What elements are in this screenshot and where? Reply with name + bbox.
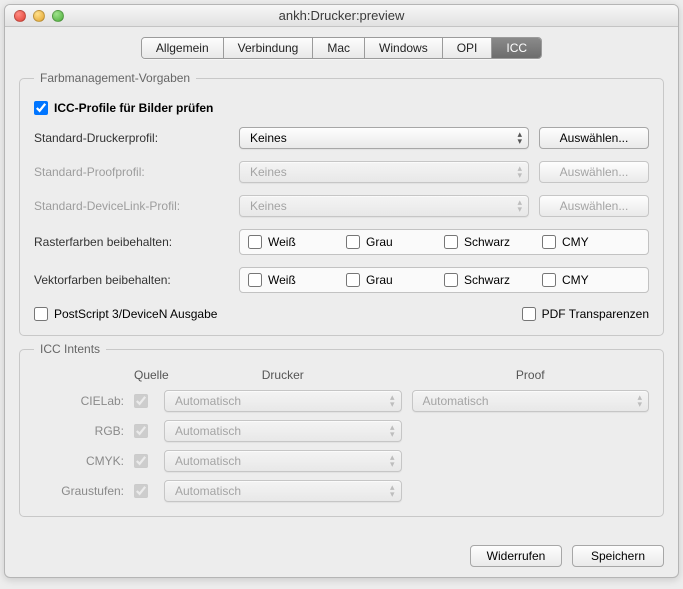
raster-gray-label: Grau bbox=[366, 235, 393, 249]
printer-profile-value: Keines bbox=[250, 131, 287, 145]
raster-black-checkbox[interactable] bbox=[444, 235, 458, 249]
ps3-label: PostScript 3/DeviceN Ausgabe bbox=[54, 307, 217, 321]
revert-button[interactable]: Widerrufen bbox=[470, 545, 562, 567]
devicelink-profile-value: Keines bbox=[250, 199, 287, 213]
cmyk-source-checkbox bbox=[134, 454, 148, 468]
close-icon[interactable] bbox=[14, 10, 26, 22]
tab-mac[interactable]: Mac bbox=[313, 38, 365, 58]
save-button[interactable]: Speichern bbox=[572, 545, 664, 567]
titlebar: ankh:Drucker:preview bbox=[5, 5, 678, 27]
proof-profile-value: Keines bbox=[250, 165, 287, 179]
updown-icon: ▴▾ bbox=[517, 165, 522, 179]
devicelink-profile-row: Standard-DeviceLink-Profil: Keines ▴▾ Au… bbox=[34, 195, 649, 217]
raster-white-checkbox[interactable] bbox=[248, 235, 262, 249]
vector-gray-checkbox[interactable] bbox=[346, 273, 360, 287]
pdftrans-label: PDF Transparenzen bbox=[542, 307, 649, 321]
vector-white-checkbox[interactable] bbox=[248, 273, 262, 287]
updown-icon: ▴▾ bbox=[390, 454, 395, 468]
traffic-lights bbox=[5, 10, 64, 22]
raster-row: Rasterfarben beibehalten: Weiß Grau Schw… bbox=[34, 229, 649, 255]
raster-white-label: Weiß bbox=[268, 235, 296, 249]
check-profiles-label: ICC-Profile für Bilder prüfen bbox=[54, 101, 213, 115]
ps3-checkbox[interactable] bbox=[34, 307, 48, 321]
cielab-source-checkbox bbox=[134, 394, 148, 408]
intents-legend: ICC Intents bbox=[34, 342, 106, 356]
updown-icon: ▴▾ bbox=[517, 199, 522, 213]
intents-grid: Quelle Drucker Proof CIELab: Automatisch… bbox=[34, 368, 649, 502]
check-profiles-checkbox[interactable] bbox=[34, 101, 48, 115]
gray-printer-value: Automatisch bbox=[175, 484, 241, 498]
proof-profile-label: Standard-Proofprofil: bbox=[34, 165, 229, 179]
gray-printer-select: Automatisch ▴▾ bbox=[164, 480, 402, 502]
content-area: Farbmanagement-Vorgaben ICC-Profile für … bbox=[5, 71, 678, 531]
updown-icon: ▴▾ bbox=[390, 424, 395, 438]
cmyk-printer-value: Automatisch bbox=[175, 454, 241, 468]
fm-group: Farbmanagement-Vorgaben ICC-Profile für … bbox=[19, 71, 664, 336]
devicelink-profile-choose-button: Auswählen... bbox=[539, 195, 649, 217]
proof-profile-select: Keines ▴▾ bbox=[239, 161, 529, 183]
footer: Widerrufen Speichern bbox=[5, 531, 678, 577]
cielab-printer-value: Automatisch bbox=[175, 394, 241, 408]
col-proof-header: Proof bbox=[412, 368, 650, 382]
raster-label: Rasterfarben beibehalten: bbox=[34, 235, 229, 249]
cielab-proof-value: Automatisch bbox=[423, 394, 489, 408]
window: ankh:Drucker:preview Allgemein Verbindun… bbox=[4, 4, 679, 578]
raster-cmy-label: CMY bbox=[562, 235, 589, 249]
printer-profile-label: Standard-Druckerprofil: bbox=[34, 131, 229, 145]
tab-icc[interactable]: ICC bbox=[492, 38, 541, 58]
pdftrans-checkbox[interactable] bbox=[522, 307, 536, 321]
vector-gray-label: Grau bbox=[366, 273, 393, 287]
rgb-printer-select: Automatisch ▴▾ bbox=[164, 420, 402, 442]
raster-cmy-checkbox[interactable] bbox=[542, 235, 556, 249]
printer-profile-choose-button[interactable]: Auswählen... bbox=[539, 127, 649, 149]
raster-colors-group: Weiß Grau Schwarz CMY bbox=[239, 229, 649, 255]
vector-cmy-label: CMY bbox=[562, 273, 589, 287]
vector-white-label: Weiß bbox=[268, 273, 296, 287]
fm-legend: Farbmanagement-Vorgaben bbox=[34, 71, 196, 85]
rgb-printer-value: Automatisch bbox=[175, 424, 241, 438]
printer-profile-row: Standard-Druckerprofil: Keines ▴▾ Auswäh… bbox=[34, 127, 649, 149]
cmyk-printer-select: Automatisch ▴▾ bbox=[164, 450, 402, 472]
printer-profile-select[interactable]: Keines ▴▾ bbox=[239, 127, 529, 149]
cmyk-label: CMYK: bbox=[34, 454, 124, 468]
proof-profile-choose-button: Auswählen... bbox=[539, 161, 649, 183]
window-title: ankh:Drucker:preview bbox=[5, 8, 678, 23]
updown-icon: ▴▾ bbox=[390, 394, 395, 408]
cielab-label: CIELab: bbox=[34, 394, 124, 408]
devicelink-profile-label: Standard-DeviceLink-Profil: bbox=[34, 199, 229, 213]
raster-gray-checkbox[interactable] bbox=[346, 235, 360, 249]
gray-label: Graustufen: bbox=[34, 484, 124, 498]
tab-bar: Allgemein Verbindung Mac Windows OPI ICC bbox=[5, 27, 678, 65]
rgb-source-checkbox bbox=[134, 424, 148, 438]
rgb-label: RGB: bbox=[34, 424, 124, 438]
vector-colors-group: Weiß Grau Schwarz CMY bbox=[239, 267, 649, 293]
vector-row: Vektorfarben beibehalten: Weiß Grau Schw… bbox=[34, 267, 649, 293]
updown-icon: ▴▾ bbox=[517, 131, 522, 145]
tab-allgemein[interactable]: Allgemein bbox=[142, 38, 224, 58]
tab-verbindung[interactable]: Verbindung bbox=[224, 38, 314, 58]
tab-opi[interactable]: OPI bbox=[443, 38, 493, 58]
updown-icon: ▴▾ bbox=[390, 484, 395, 498]
check-profiles-row: ICC-Profile für Bilder prüfen bbox=[34, 101, 649, 115]
tab-windows[interactable]: Windows bbox=[365, 38, 443, 58]
raster-black-label: Schwarz bbox=[464, 235, 510, 249]
vector-label: Vektorfarben beibehalten: bbox=[34, 273, 229, 287]
cielab-printer-select: Automatisch ▴▾ bbox=[164, 390, 402, 412]
cielab-proof-select: Automatisch ▴▾ bbox=[412, 390, 650, 412]
devicelink-profile-select: Keines ▴▾ bbox=[239, 195, 529, 217]
gray-source-checkbox bbox=[134, 484, 148, 498]
bottom-check-row: PostScript 3/DeviceN Ausgabe PDF Transpa… bbox=[34, 307, 649, 321]
vector-black-checkbox[interactable] bbox=[444, 273, 458, 287]
vector-black-label: Schwarz bbox=[464, 273, 510, 287]
col-printer-header: Drucker bbox=[164, 368, 402, 382]
updown-icon: ▴▾ bbox=[637, 394, 642, 408]
vector-cmy-checkbox[interactable] bbox=[542, 273, 556, 287]
proof-profile-row: Standard-Proofprofil: Keines ▴▾ Auswähle… bbox=[34, 161, 649, 183]
col-source-header: Quelle bbox=[134, 368, 154, 382]
tab-segment: Allgemein Verbindung Mac Windows OPI ICC bbox=[141, 37, 542, 59]
minimize-icon[interactable] bbox=[33, 10, 45, 22]
intents-group: ICC Intents Quelle Drucker Proof CIELab:… bbox=[19, 342, 664, 517]
zoom-icon[interactable] bbox=[52, 10, 64, 22]
